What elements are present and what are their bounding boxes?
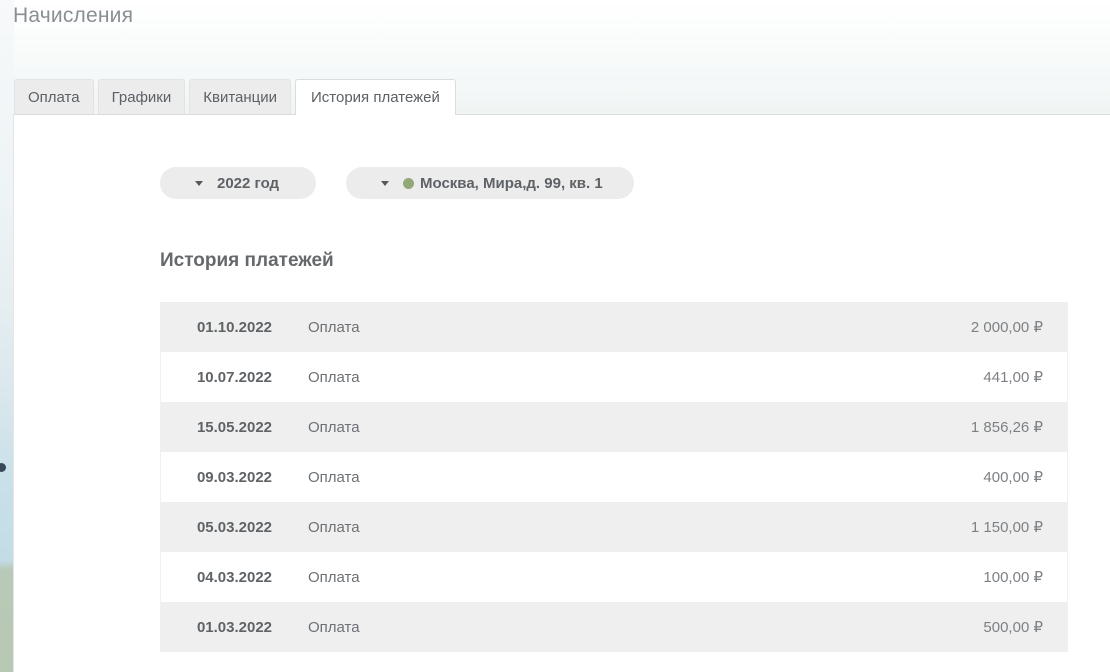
tab-bar: Оплата Графики Квитанции История платеже… [14,79,460,115]
payment-type: Оплата [308,568,360,586]
payment-date: 01.10.2022 [196,318,273,336]
address-select[interactable]: Москва, Мира,д. 99, кв. 1 [346,167,634,199]
year-select-value: 2022 год [217,174,280,192]
chevron-down-icon [381,180,389,186]
payment-amount: 500,00 ₽ [983,619,1043,636]
payment-date: 09.03.2022 [196,468,273,486]
payment-type: Оплата [308,468,360,486]
page-title: Начисления [13,4,134,27]
payment-amount: 2 000,00 ₽ [970,319,1043,336]
chevron-down-icon [195,180,203,186]
payment-amount: 100,00 ₽ [983,569,1043,586]
tab-payment[interactable]: Оплата [14,79,94,114]
payment-date: 10.07.2022 [196,368,273,386]
payment-amount: 400,00 ₽ [983,469,1043,486]
tab-receipts[interactable]: Квитанции [189,79,292,114]
background-side-strip [0,0,14,672]
section-title: История платежей [160,250,334,271]
table-row: 10.07.2022 Оплата 441,00 ₽ [161,352,1067,402]
payment-amount: 441,00 ₽ [983,369,1043,386]
table-row: 01.03.2022 Оплата 500,00 ₽ [161,602,1067,652]
tab-charts[interactable]: Графики [97,79,186,114]
table-row: 04.03.2022 Оплата 100,00 ₽ [161,552,1067,602]
table-row: 15.05.2022 Оплата 1 856,26 ₽ [161,402,1067,452]
status-dot-icon [403,177,414,189]
payment-type: Оплата [308,518,360,536]
payment-date: 01.03.2022 [196,618,273,636]
payment-date: 15.05.2022 [196,418,273,436]
address-select-value: Москва, Мира,д. 99, кв. 1 [420,174,603,192]
payment-amount: 1 856,26 ₽ [970,419,1043,436]
tab-payment-history[interactable]: История платежей [295,79,456,115]
year-select[interactable]: 2022 год [160,167,316,199]
payment-type: Оплата [308,318,360,336]
payment-history-panel: 2022 год Москва, Мира,д. 99, кв. 1 Истор… [13,114,1110,672]
payment-date: 04.03.2022 [196,568,273,586]
table-row: 09.03.2022 Оплата 400,00 ₽ [161,452,1067,502]
payments-table: 01.10.2022 Оплата 2 000,00 ₽ 10.07.2022 … [160,302,1068,652]
table-row: 05.03.2022 Оплата 1 150,00 ₽ [161,502,1067,552]
payment-type: Оплата [308,618,360,636]
table-row: 01.10.2022 Оплата 2 000,00 ₽ [161,302,1067,352]
payment-type: Оплата [308,418,360,436]
payment-amount: 1 150,00 ₽ [970,519,1043,536]
payment-date: 05.03.2022 [196,518,273,536]
payment-type: Оплата [308,368,360,386]
